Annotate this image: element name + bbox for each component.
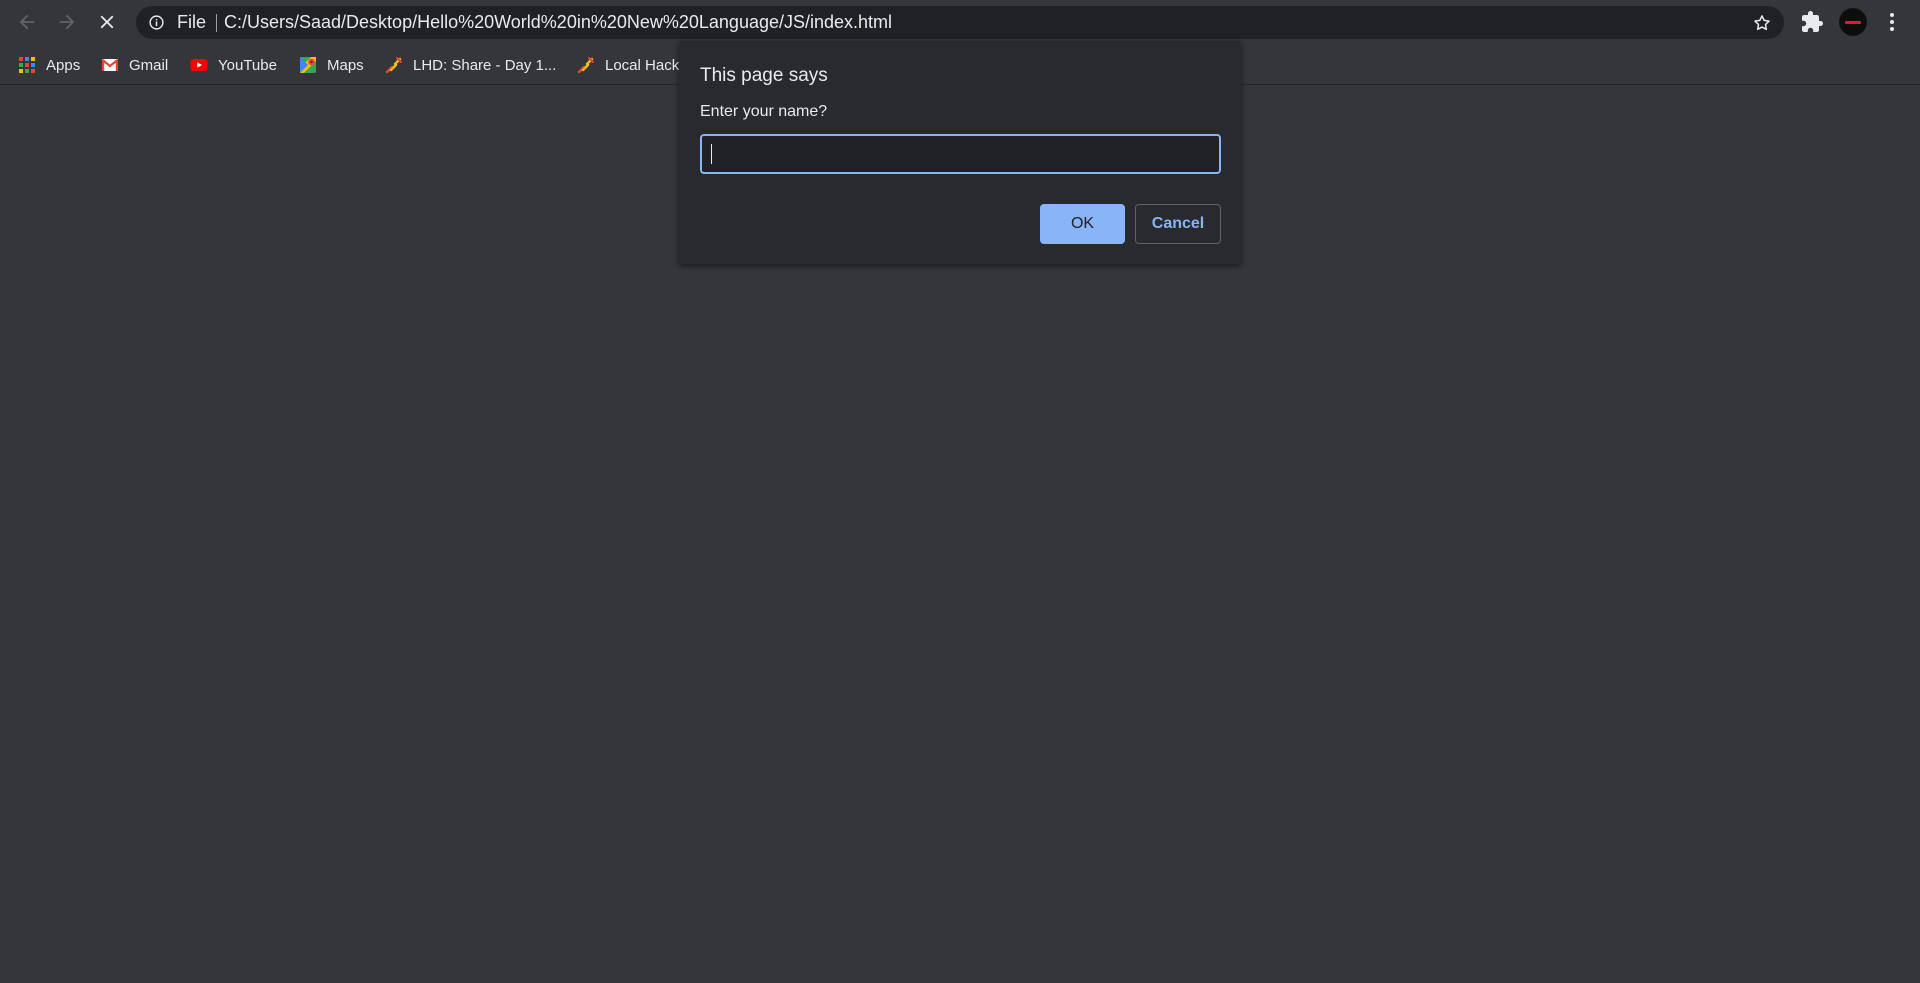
dialog-title: This page says bbox=[700, 65, 828, 86]
more-vert-menu-icon[interactable] bbox=[1880, 10, 1904, 34]
text-caret bbox=[711, 144, 712, 164]
extensions-puzzle-icon[interactable] bbox=[1800, 10, 1824, 34]
bookmark-gmail[interactable]: Gmail bbox=[101, 52, 168, 78]
dialog-message: Enter your name? bbox=[700, 103, 828, 120]
youtube-icon bbox=[190, 59, 208, 71]
info-icon[interactable] bbox=[148, 14, 165, 31]
bookmark-youtube[interactable]: YouTube bbox=[190, 52, 277, 78]
cancel-button[interactable]: Cancel bbox=[1135, 204, 1221, 244]
bookmark-label: LHD: Share - Day 1... bbox=[413, 56, 557, 74]
bookmark-lhd-share[interactable]: LHD: Share - Day 1... bbox=[385, 52, 556, 78]
maps-icon bbox=[300, 57, 316, 73]
profile-avatar[interactable] bbox=[1839, 8, 1867, 36]
bookmark-label: Gmail bbox=[129, 56, 169, 74]
back-button[interactable] bbox=[12, 7, 42, 37]
url-text[interactable]: C:/Users/Saad/Desktop/Hello%20World%20in… bbox=[224, 6, 892, 39]
bookmark-star-icon[interactable] bbox=[1752, 13, 1772, 33]
bookmark-label: Apps bbox=[46, 56, 81, 74]
gmail-icon bbox=[101, 59, 119, 71]
bookmark-local-hack[interactable]: Local Hack bbox=[577, 52, 679, 78]
name-input[interactable] bbox=[700, 134, 1221, 174]
ok-button[interactable]: OK bbox=[1040, 204, 1125, 244]
url-separator bbox=[216, 14, 217, 32]
forward-arrow-icon bbox=[59, 14, 75, 30]
prompt-dialog: This page says Enter your name? OK Cance… bbox=[679, 41, 1241, 264]
url-scheme-label: File bbox=[177, 12, 207, 32]
forward-button[interactable] bbox=[52, 7, 82, 37]
stop-loading-button[interactable] bbox=[92, 7, 122, 37]
close-icon bbox=[100, 15, 114, 29]
browser-toolbar: File C:/Users/Saad/Desktop/Hello%20World… bbox=[0, 0, 1920, 44]
mlh-icon bbox=[577, 57, 594, 74]
apps-grid-icon bbox=[19, 57, 35, 73]
mlh-icon bbox=[385, 57, 402, 74]
bookmark-label: YouTube bbox=[218, 56, 277, 74]
bookmark-label: Local Hack bbox=[605, 56, 680, 74]
address-bar[interactable]: File C:/Users/Saad/Desktop/Hello%20World… bbox=[136, 6, 1784, 39]
profile-logo-mark bbox=[1845, 21, 1861, 24]
bookmark-apps[interactable]: Apps bbox=[18, 52, 80, 78]
bookmark-label: Maps bbox=[327, 56, 364, 74]
back-arrow-icon bbox=[19, 14, 35, 30]
bookmark-maps[interactable]: Maps bbox=[299, 52, 364, 78]
